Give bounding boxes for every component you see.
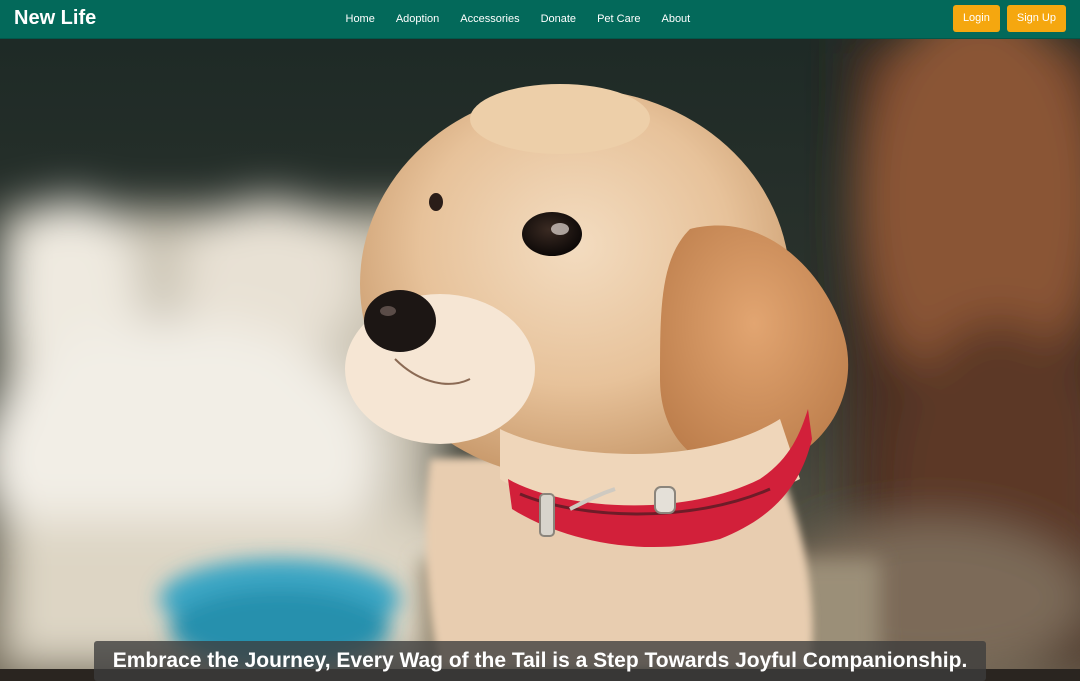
nav-link-adoption[interactable]: Adoption: [385, 0, 449, 39]
nav-link-donate[interactable]: Donate: [530, 0, 586, 39]
login-button[interactable]: Login: [952, 5, 1000, 32]
nav-link-accessories[interactable]: Accessories: [450, 0, 530, 39]
nav-links: Home Adoption Accessories Donate Pet Car…: [335, 0, 701, 39]
hero-tagline: Embrace the Journey, Every Wag of the Ta…: [94, 641, 986, 681]
puppy-photo: [0, 39, 1080, 669]
top-navbar: New Life Home Adoption Accessories Donat…: [0, 0, 1080, 39]
nav-link-about[interactable]: About: [651, 0, 701, 39]
signup-button[interactable]: Sign Up: [1006, 5, 1066, 32]
auth-buttons: Login Sign Up: [952, 5, 1066, 32]
brand-logo[interactable]: New Life: [14, 6, 96, 30]
nav-link-home[interactable]: Home: [335, 0, 385, 39]
hero-image: [0, 39, 1080, 669]
nav-link-pet-care[interactable]: Pet Care: [587, 0, 651, 39]
